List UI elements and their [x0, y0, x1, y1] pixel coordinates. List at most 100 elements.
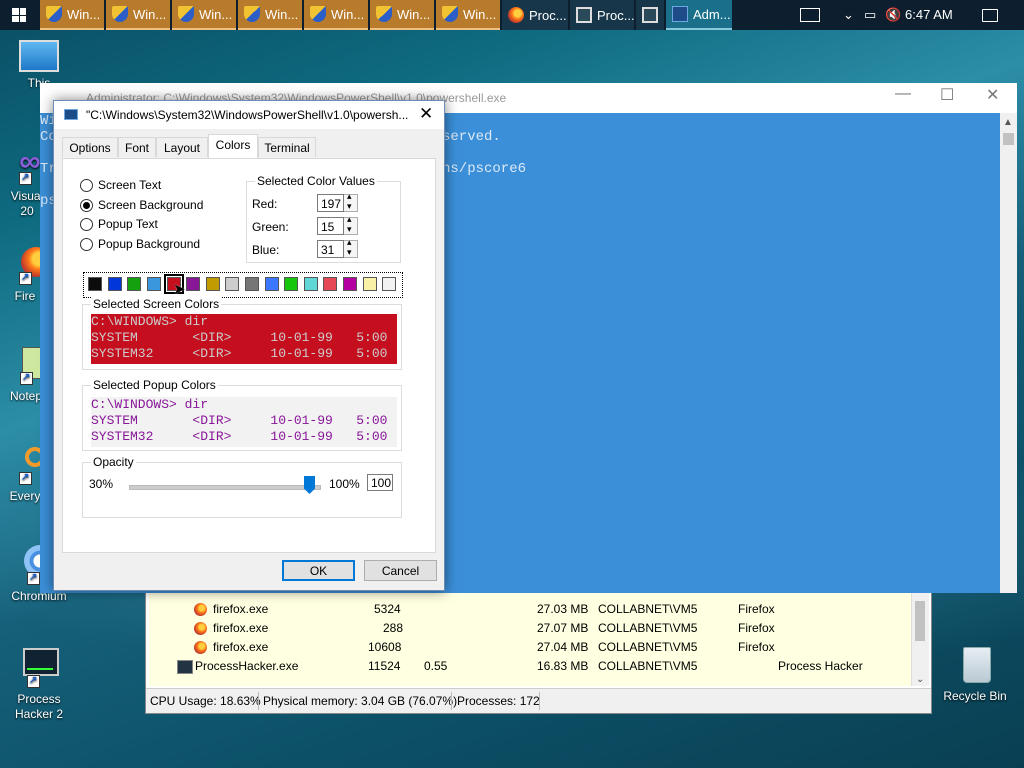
windows-logo-icon — [12, 8, 26, 22]
taskbar-item[interactable]: Proc... — [502, 0, 568, 30]
computer-icon — [19, 40, 59, 72]
tab-colors[interactable]: Colors — [208, 134, 258, 158]
notifications-icon[interactable] — [982, 0, 998, 30]
green-spinner[interactable]: 15 — [317, 214, 358, 235]
maximize-icon[interactable]: ☐ — [940, 85, 954, 105]
uac-shield-icon — [310, 6, 326, 22]
uac-shield-icon — [46, 6, 62, 22]
color-swatch[interactable] — [343, 277, 357, 291]
tab-options[interactable]: Options — [62, 137, 118, 157]
firefox-icon — [5, 245, 51, 285]
tab-font[interactable]: Font — [118, 137, 156, 157]
table-row[interactable]: firefox.exe 5324 27.03 MB COLLABNET\VM5 … — [149, 600, 909, 619]
table-row[interactable]: ProcessHacker.exe 11524 0.55 16.83 MB CO… — [149, 657, 909, 676]
selected-screen-colors-group: Selected Screen Colors C:\WINDOWS> dir S… — [82, 297, 402, 370]
uac-shield-icon — [178, 6, 194, 22]
taskbar-item[interactable]: Win... — [106, 0, 170, 30]
uac-shield-icon — [244, 6, 260, 22]
opacity-slider-thumb[interactable] — [304, 476, 315, 494]
close-icon[interactable]: ✕ — [419, 104, 433, 124]
chevron-down-icon[interactable]: ⌄ — [916, 674, 924, 685]
scrollbar-thumb[interactable] — [1003, 133, 1014, 145]
firefox-icon — [508, 7, 524, 23]
firefox-icon — [194, 603, 207, 616]
color-swatch[interactable] — [88, 277, 102, 291]
recycle-bin-icon — [955, 645, 995, 685]
vertical-scrollbar[interactable]: ▲ — [1000, 113, 1017, 593]
task-view-icon[interactable] — [800, 0, 820, 30]
screen-colors-preview: C:\WINDOWS> dir SYSTEM <DIR> 10-01-99 5:… — [91, 314, 397, 364]
red-spinner[interactable]: 197 — [317, 191, 358, 212]
opacity-group: Opacity 30% 100% 100 — [82, 455, 402, 518]
ok-button[interactable]: OK — [282, 560, 355, 581]
popup-colors-preview: C:\WINDOWS> dir SYSTEM <DIR> 10-01-99 5:… — [91, 397, 397, 447]
search-icon — [5, 445, 45, 485]
blue-spinner[interactable]: 31 — [317, 237, 358, 258]
uac-shield-icon — [112, 6, 128, 22]
close-icon[interactable]: ✕ — [986, 85, 999, 105]
color-swatch[interactable] — [304, 277, 318, 291]
table-row[interactable]: firefox.exe 288 27.07 MB COLLABNET\VM5 F… — [149, 619, 909, 638]
minimize-icon[interactable]: — — [895, 85, 911, 103]
powershell-icon — [64, 109, 78, 120]
taskbar-item[interactable]: Proc... — [570, 0, 635, 30]
radio-screen-background[interactable]: Screen Background — [80, 198, 203, 212]
volume-muted-icon[interactable]: 🔇 — [885, 0, 901, 30]
dialog-titlebar[interactable]: "C:\Windows\System32\WindowsPowerShell\v… — [54, 101, 444, 129]
color-swatch[interactable] — [186, 277, 200, 291]
radio-popup-background[interactable]: Popup Background — [80, 237, 200, 251]
color-swatch[interactable] — [245, 277, 259, 291]
process-hacker-icon — [576, 7, 592, 23]
clock[interactable]: 6:47 AM — [905, 7, 953, 22]
taskbar-item[interactable] — [636, 0, 664, 30]
color-swatch[interactable] — [127, 277, 141, 291]
scrollbar-thumb[interactable] — [915, 601, 925, 641]
powershell-icon — [672, 6, 688, 22]
properties-dialog: "C:\Windows\System32\WindowsPowerShell\v… — [53, 100, 445, 591]
firefox-icon — [194, 622, 207, 635]
taskbar-item[interactable]: Win... — [304, 0, 368, 30]
taskbar: Win... Win... Win... Win... Win... Win..… — [0, 0, 1024, 30]
taskbar-item[interactable]: Win... — [436, 0, 500, 30]
color-swatch[interactable] — [382, 277, 396, 291]
color-swatch[interactable] — [108, 277, 122, 291]
network-icon[interactable]: ▭ — [864, 0, 876, 30]
uac-shield-icon — [442, 6, 458, 22]
taskbar-item[interactable]: Win... — [172, 0, 236, 30]
color-palette — [83, 272, 403, 298]
tab-terminal[interactable]: Terminal — [258, 137, 316, 157]
table-row[interactable]: firefox.exe 10608 27.04 MB COLLABNET\VM5… — [149, 638, 909, 657]
opacity-value-field[interactable]: 100 — [367, 474, 393, 491]
process-hacker-icon — [19, 648, 59, 688]
selected-popup-colors-group: Selected Popup Colors C:\WINDOWS> dir SY… — [82, 378, 402, 451]
radio-screen-text[interactable]: Screen Text — [80, 178, 161, 192]
process-hacker-icon — [642, 7, 658, 23]
status-bar: CPU Usage: 18.63% Physical memory: 3.04 … — [146, 688, 931, 713]
chevron-up-icon[interactable]: ▲ — [1003, 117, 1013, 128]
start-button[interactable] — [0, 0, 38, 30]
process-hacker-icon — [177, 660, 193, 674]
color-swatch[interactable] — [323, 277, 337, 291]
cancel-button[interactable]: Cancel — [364, 560, 437, 581]
selected-color-values-group: Selected Color Values Red: 197 Green: 15… — [246, 174, 401, 263]
color-swatch[interactable] — [147, 277, 161, 291]
opacity-slider-track[interactable] — [129, 485, 321, 490]
firefox-icon — [194, 641, 207, 654]
uac-shield-icon — [376, 6, 392, 22]
radio-popup-text[interactable]: Popup Text — [80, 217, 158, 231]
taskbar-item[interactable]: Adm... — [666, 0, 732, 30]
mouse-cursor-icon: ➤ — [173, 281, 186, 298]
colors-tab-page: Screen Text Screen Background Popup Text… — [62, 158, 436, 553]
color-swatch[interactable] — [363, 277, 377, 291]
color-swatch[interactable] — [265, 277, 279, 291]
taskbar-item[interactable]: Win... — [370, 0, 434, 30]
taskbar-item[interactable]: Win... — [40, 0, 104, 30]
color-swatch[interactable] — [225, 277, 239, 291]
taskbar-item[interactable]: Win... — [238, 0, 302, 30]
desktop-icon-recycle-bin[interactable]: Recycle Bin — [940, 645, 1010, 704]
tab-layout[interactable]: Layout — [156, 137, 208, 157]
color-swatch[interactable] — [206, 277, 220, 291]
desktop-icon-process-hacker[interactable]: Process Hacker 2 — [4, 648, 74, 722]
color-swatch[interactable] — [284, 277, 298, 291]
chevron-up-icon[interactable]: ⌄ — [843, 0, 854, 30]
